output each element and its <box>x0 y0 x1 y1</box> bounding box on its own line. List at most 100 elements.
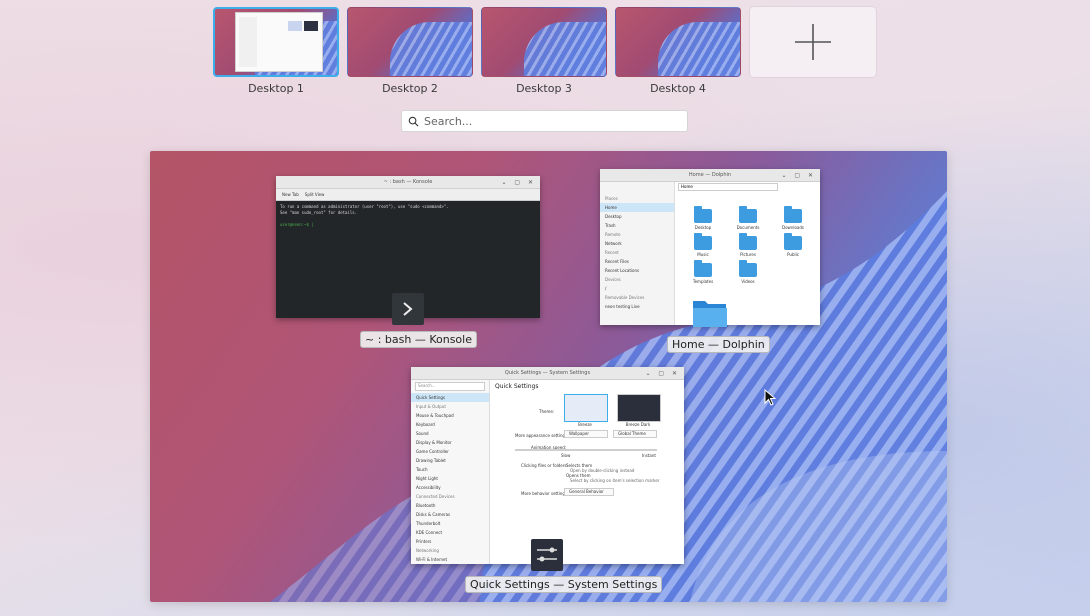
places-item-network[interactable]: Network <box>600 239 674 248</box>
places-item-removable[interactable]: neon testing Live <box>600 302 674 311</box>
konsole-titlebar[interactable]: ~ : bash — Konsole ⌄ ▢ ✕ <box>276 176 540 189</box>
settings-search-input[interactable]: Search... <box>415 382 485 391</box>
sidebar-header: Connected Devices <box>416 494 455 499</box>
settings-sliders-icon <box>531 539 563 571</box>
sidebar-item[interactable]: Thunderbolt <box>411 519 489 528</box>
desktop-4-preview[interactable] <box>615 7 741 77</box>
folder-icon[interactable] <box>694 260 712 277</box>
folder-icon <box>692 297 728 333</box>
sidebar-item[interactable]: Sound <box>411 429 489 438</box>
sidebar-item[interactable]: Accessibility <box>411 483 489 492</box>
konsole-caption: ~ : bash — Konsole <box>360 331 477 348</box>
sidebar-header: Networking <box>416 548 439 553</box>
folder-icon[interactable] <box>739 233 757 250</box>
theme-label: Theme: <box>539 409 555 414</box>
places-item-recent-files[interactable]: Recent Files <box>600 257 674 266</box>
konsole-toolbar: New Tab Split View <box>276 189 540 201</box>
animation-slider[interactable] <box>515 449 657 451</box>
sidebar-item[interactable]: Keyboard <box>411 420 489 429</box>
search-icon <box>402 111 424 131</box>
add-desktop-button[interactable] <box>750 7 876 77</box>
places-item-root[interactable]: / <box>600 284 674 293</box>
settings-titlebar[interactable]: Quick Settings — System Settings ⌄ ▢ ✕ <box>411 367 684 380</box>
folder-label: Pictures <box>740 252 756 257</box>
window-controls[interactable]: ⌄ ▢ ✕ <box>781 172 816 179</box>
sidebar-item-quick-settings[interactable]: Quick Settings <box>411 393 489 402</box>
folder-label: Music <box>697 252 709 257</box>
sidebar-item[interactable]: Printers <box>411 537 489 546</box>
plus-icon <box>795 24 831 60</box>
new-tab-button[interactable]: New Tab <box>282 192 299 197</box>
sidebar-item[interactable]: Display & Monitor <box>411 438 489 447</box>
folder-icon[interactable] <box>694 233 712 250</box>
folder-label: Downloads <box>782 225 804 230</box>
places-item-recent-locations[interactable]: Recent Locations <box>600 266 674 275</box>
desktop-2-preview[interactable] <box>347 7 473 77</box>
dolphin-caption: Home — Dolphin <box>667 336 770 353</box>
settings-caption: Quick Settings — System Settings <box>465 576 663 593</box>
click-label: Clicking files or folders: <box>521 463 568 468</box>
global-theme-button[interactable]: Global Theme <box>613 430 657 438</box>
folder-label: Desktop <box>694 225 712 230</box>
sidebar-item[interactable]: Disks & Cameras <box>411 510 489 519</box>
desktop-thumbnail-3[interactable]: Desktop 3 <box>481 7 607 95</box>
desktop-label: Desktop 2 <box>382 82 438 95</box>
desktop-label: Desktop 1 <box>248 82 304 95</box>
desktop-thumbnail-2[interactable]: Desktop 2 <box>347 7 473 95</box>
animation-slow-label: Slow <box>561 453 571 458</box>
location-bar[interactable]: Home <box>678 183 778 191</box>
theme-breeze-dark-option[interactable] <box>617 394 661 422</box>
sidebar-item[interactable]: Game Controller <box>411 447 489 456</box>
dolphin-titlebar[interactable]: Home — Dolphin ⌄ ▢ ✕ <box>600 169 820 182</box>
dolphin-places-panel: Places Home Desktop Trash Remote Network… <box>600 182 675 325</box>
recent-header: Recent <box>605 250 619 255</box>
desktop-label: Desktop 3 <box>516 82 572 95</box>
places-item-desktop[interactable]: Desktop <box>600 212 674 221</box>
sidebar-item[interactable]: Night Light <box>411 474 489 483</box>
sidebar-item[interactable]: Bluetooth <box>411 501 489 510</box>
split-view-button[interactable]: Split View <box>305 192 325 197</box>
folder-icon[interactable] <box>739 260 757 277</box>
search-field[interactable] <box>401 110 688 132</box>
wallpaper-button[interactable]: Wallpaper <box>564 430 608 438</box>
desktop-label: Desktop 4 <box>650 82 706 95</box>
places-header: Places <box>605 196 618 201</box>
window-title: Home — Dolphin <box>688 172 732 178</box>
theme-breeze-option[interactable] <box>564 394 608 422</box>
devices-header: Devices <box>605 277 621 282</box>
animation-instant-label: Instant <box>642 453 656 458</box>
desktop-thumbnail-1[interactable]: Desktop 1 <box>213 7 339 95</box>
terminal-output[interactable]: To run a command as administrator (user … <box>276 201 540 231</box>
window-controls[interactable]: ⌄ ▢ ✕ <box>645 370 680 377</box>
terminal-icon <box>392 293 424 325</box>
settings-sidebar: Search... Quick Settings Input & Output … <box>411 380 490 564</box>
sidebar-header: Input & Output <box>416 404 446 409</box>
sidebar-item[interactable]: Drawing Tablet <box>411 456 489 465</box>
remote-header: Remote <box>605 232 621 237</box>
folder-icon[interactable] <box>694 206 712 223</box>
sidebar-item[interactable]: KDE Connect <box>411 528 489 537</box>
desktop-3-preview[interactable] <box>481 7 607 77</box>
window-title: Quick Settings — System Settings <box>504 370 591 376</box>
places-item-trash[interactable]: Trash <box>600 221 674 230</box>
desktop-thumbnail-4[interactable]: Desktop 4 <box>615 7 741 95</box>
sidebar-item[interactable]: Wi-Fi & Internet <box>411 555 489 564</box>
window-title: ~ : bash — Konsole <box>383 179 433 185</box>
settings-page-title: Quick Settings <box>495 383 539 390</box>
folder-icon[interactable] <box>784 206 802 223</box>
folder-label: Documents <box>736 225 760 230</box>
settings-window[interactable]: Quick Settings — System Settings ⌄ ▢ ✕ S… <box>411 367 684 564</box>
general-behavior-button[interactable]: General Behavior <box>564 488 614 496</box>
theme-name: Breeze Dark <box>625 422 651 427</box>
more-behavior-label: More behavior settings: <box>521 491 569 496</box>
folder-icon[interactable] <box>784 233 802 250</box>
desktop-1-preview[interactable] <box>213 7 339 77</box>
sidebar-item[interactable]: Touch <box>411 465 489 474</box>
search-input[interactable] <box>424 114 674 128</box>
theme-name: Breeze <box>578 422 592 427</box>
window-controls[interactable]: ⌄ ▢ ✕ <box>501 179 536 186</box>
click-option[interactable]: Select by clicking on item's selection m… <box>570 478 659 483</box>
places-item-home[interactable]: Home <box>600 203 674 212</box>
folder-icon[interactable] <box>739 206 757 223</box>
sidebar-item[interactable]: Mouse & Touchpad <box>411 411 489 420</box>
